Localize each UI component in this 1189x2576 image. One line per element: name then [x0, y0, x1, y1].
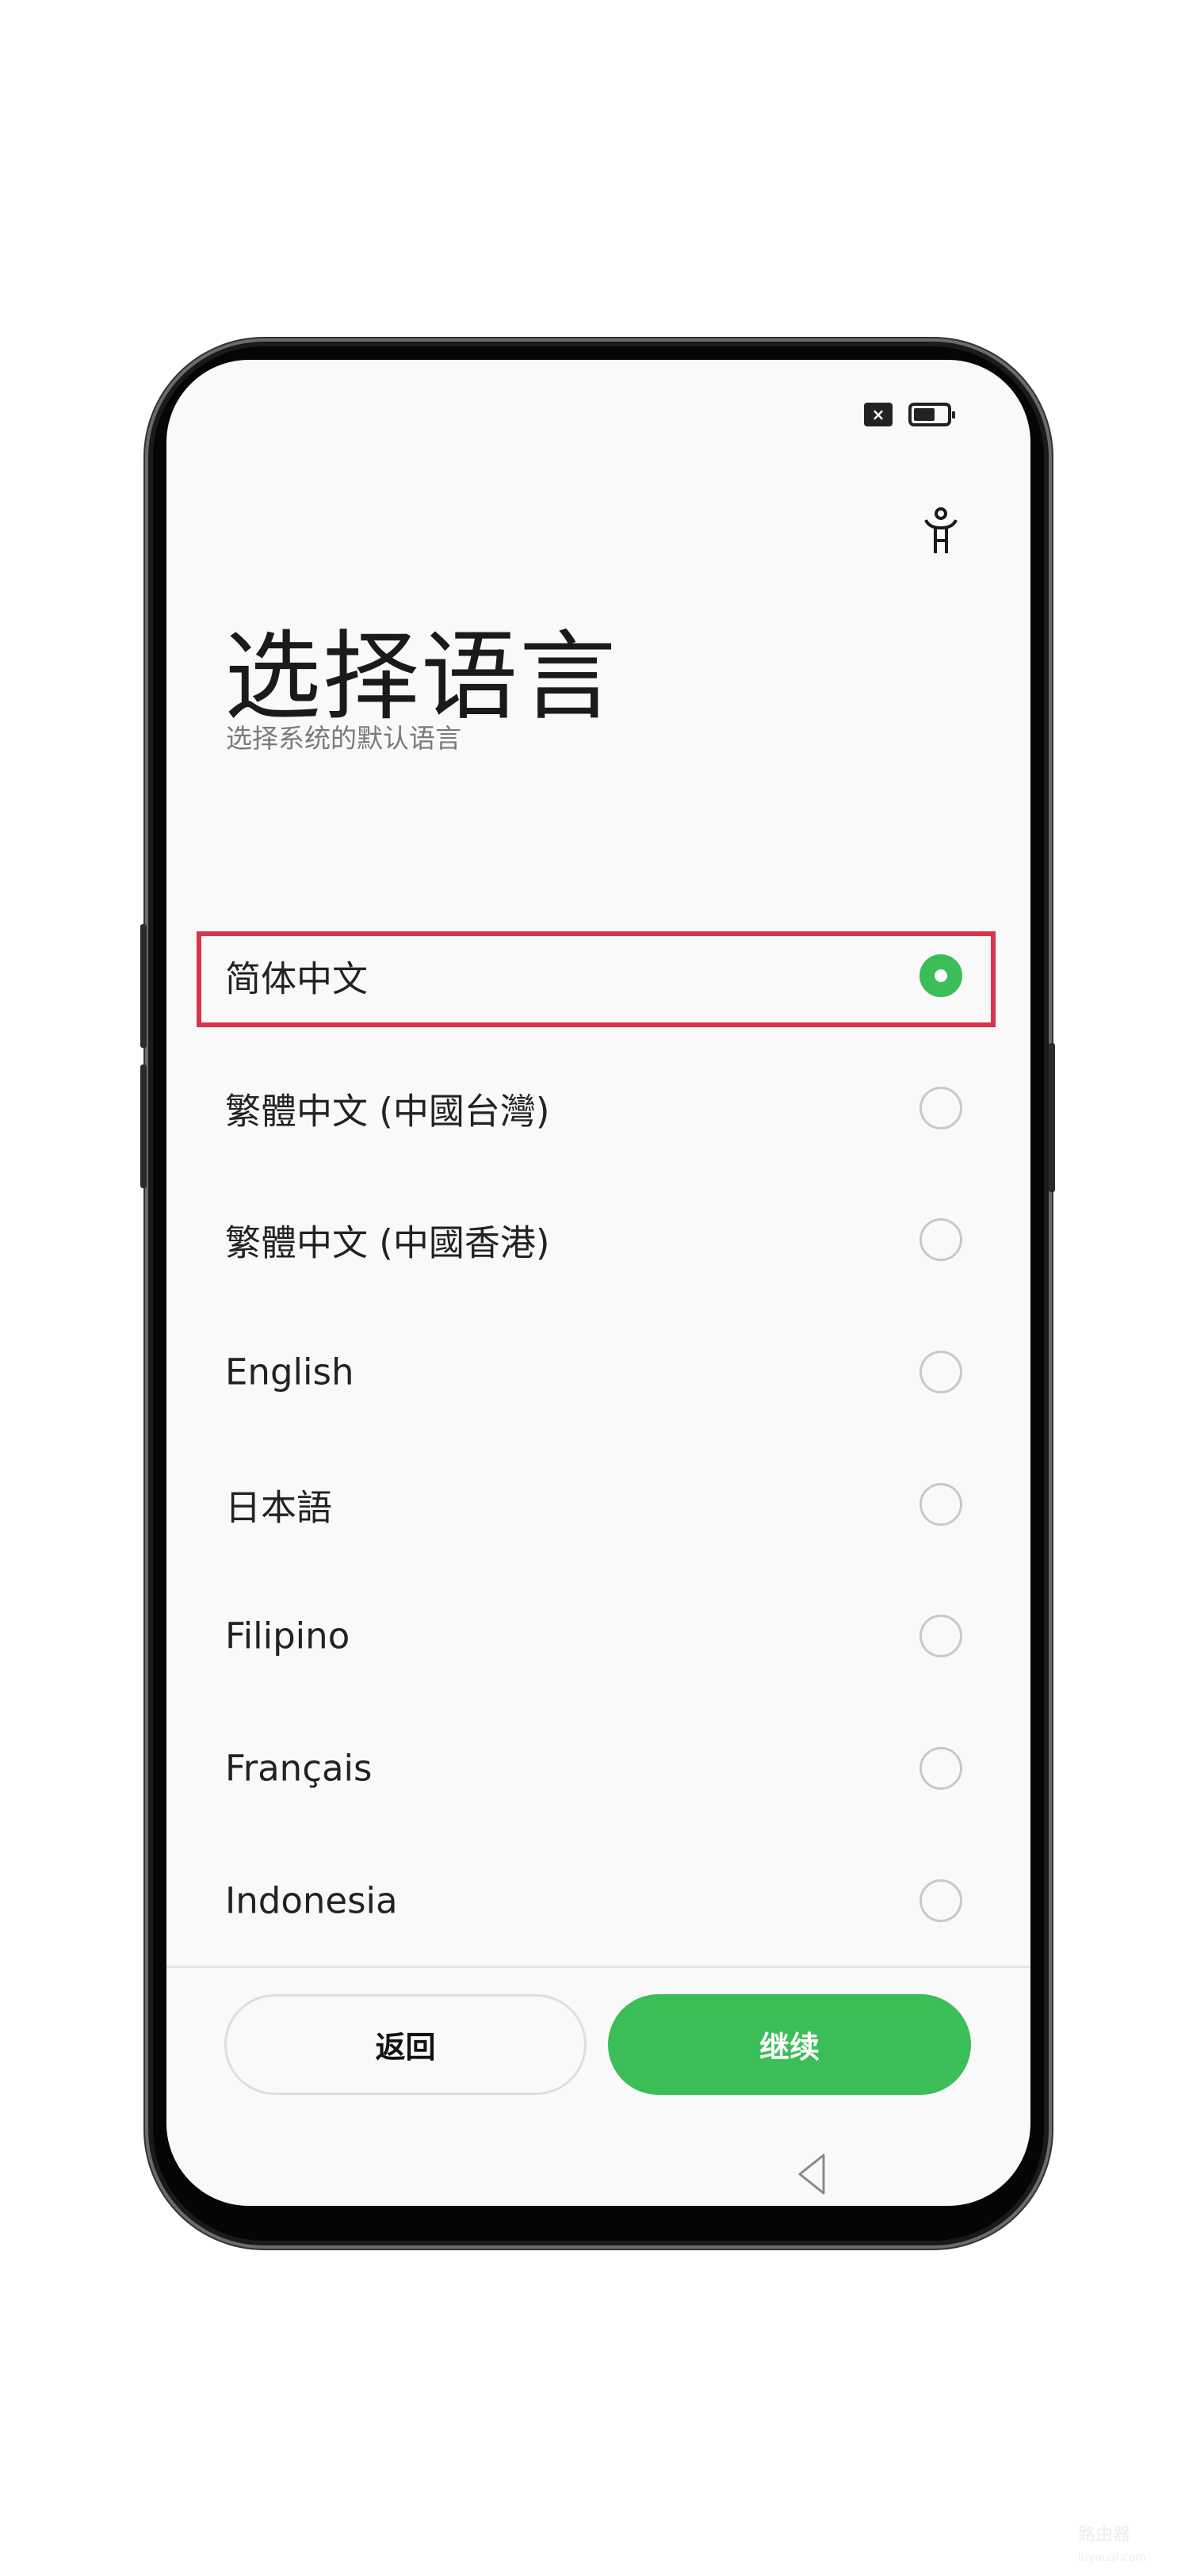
language-option-japanese[interactable]: 日本語	[166, 1439, 1030, 1570]
power-button	[1049, 1043, 1055, 1192]
radio-unselected[interactable]	[919, 1087, 962, 1129]
back-button[interactable]: 返回	[224, 1994, 587, 2095]
language-label: 日本語	[225, 1486, 333, 1529]
sim-card-absent-icon: ×	[864, 403, 893, 426]
language-option-filipino[interactable]: Filipino	[166, 1570, 1030, 1702]
language-label: Filipino	[225, 1615, 350, 1657]
language-option-french[interactable]: Français	[166, 1703, 1030, 1834]
language-label: English	[225, 1351, 354, 1393]
language-label: Indonesia	[225, 1879, 398, 1922]
radio-unselected[interactable]	[919, 1879, 962, 1922]
radio-unselected[interactable]	[919, 1615, 962, 1657]
language-label: 繁體中文 (中國台灣)	[225, 1090, 550, 1133]
volume-down-button	[140, 1064, 147, 1188]
language-label: Français	[225, 1747, 373, 1790]
footer-divider	[166, 1966, 1030, 1968]
language-option-english[interactable]: English	[166, 1306, 1030, 1438]
watermark-subtext: luyouqi.com	[1078, 2551, 1146, 2564]
battery-icon	[908, 403, 955, 426]
radio-unselected[interactable]	[919, 1351, 962, 1393]
watermark-logo: 路由器 luyouqi.com	[1078, 2521, 1181, 2564]
watermark-text: 路由器	[1078, 2525, 1131, 2545]
radio-unselected[interactable]	[919, 1218, 962, 1261]
continue-button[interactable]: 继续	[608, 1994, 971, 2095]
volume-up-button	[140, 924, 147, 1048]
accessibility-icon[interactable]	[923, 507, 959, 555]
language-option-traditional-chinese-hongkong[interactable]: 繁體中文 (中國香港)	[166, 1174, 1030, 1305]
page-subtitle: 选择系统的默认语言	[226, 723, 461, 754]
selection-highlight-box	[197, 931, 996, 1027]
language-option-indonesian[interactable]: Indonesia	[166, 1835, 1030, 1966]
language-label: 繁體中文 (中國香港)	[225, 1221, 550, 1264]
language-option-traditional-chinese-taiwan[interactable]: 繁體中文 (中國台灣)	[166, 1042, 1030, 1174]
nav-back-triangle-icon[interactable]	[795, 2152, 830, 2196]
radio-unselected[interactable]	[919, 1747, 962, 1790]
radio-unselected[interactable]	[919, 1483, 962, 1526]
